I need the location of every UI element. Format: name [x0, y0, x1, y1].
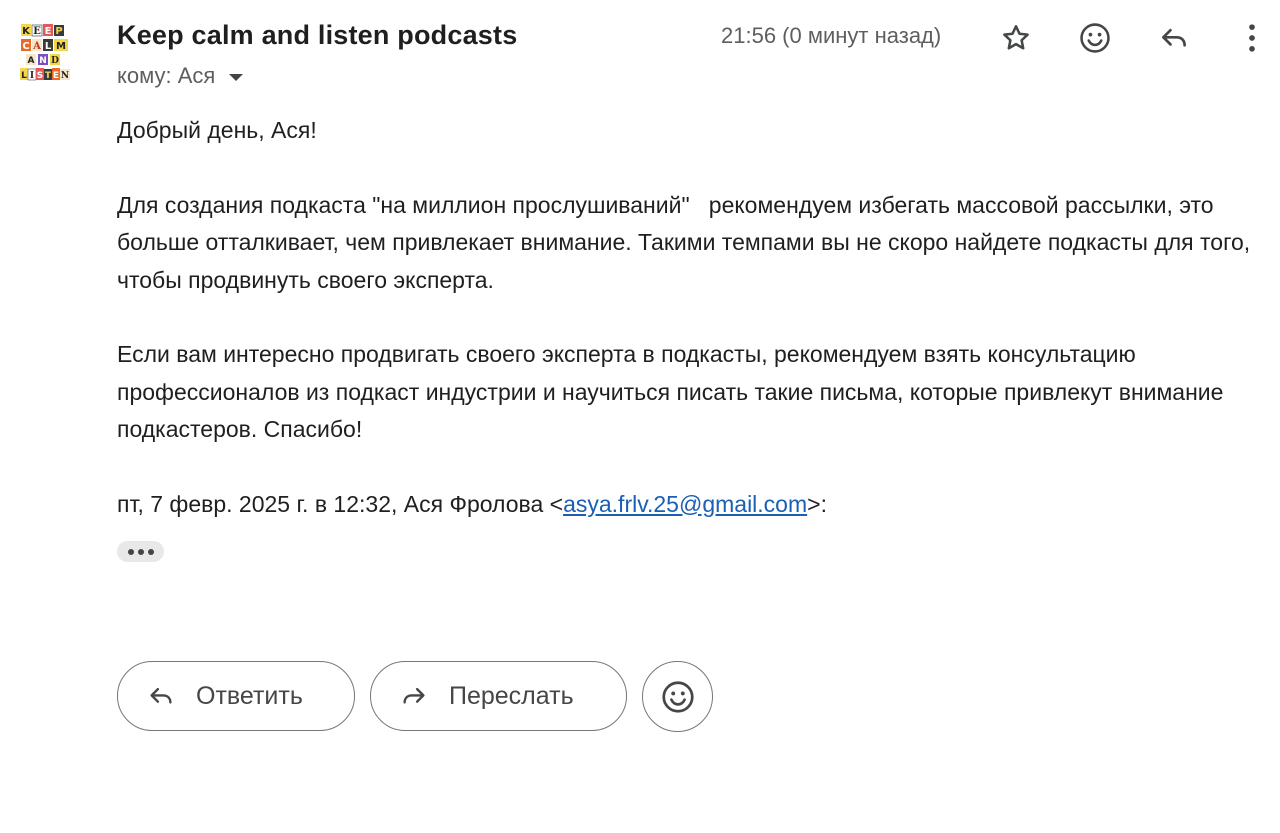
svg-text:E: E [33, 26, 41, 37]
svg-text:C: C [22, 41, 29, 52]
svg-text:S: S [37, 71, 43, 81]
svg-text:A: A [32, 41, 41, 52]
greeting: Добрый день, Ася! [117, 117, 317, 143]
forward-button-label: Переслать [449, 681, 574, 710]
keep-calm-logo-icon: K E E P C A L M A N D L I S T E N [20, 24, 70, 81]
more-options-button[interactable] [1232, 18, 1272, 58]
sender-name[interactable]: Keep calm and listen podcasts [117, 20, 517, 51]
svg-text:L: L [45, 41, 52, 52]
emoji-icon [1080, 23, 1110, 53]
recipient-label: кому: Ася [117, 63, 216, 88]
message-timestamp: 21:56 (0 минут назад) [721, 23, 942, 48]
show-trimmed-content-button[interactable] [117, 541, 164, 562]
dot-icon [147, 548, 154, 555]
star-button[interactable] [996, 18, 1036, 58]
dot-icon [127, 548, 134, 555]
react-emoji-button[interactable] [642, 661, 713, 732]
reply-button[interactable]: Ответить [117, 661, 355, 731]
svg-text:P: P [55, 26, 62, 37]
quote-prefix: пт, 7 февр. 2025 г. в 12:32, Ася Фролова… [117, 490, 564, 517]
svg-text:N: N [61, 71, 69, 81]
svg-text:E: E [45, 26, 52, 37]
add-reaction-button[interactable] [1075, 18, 1115, 58]
caret-down-icon[interactable] [229, 73, 244, 81]
more-vert-icon [1249, 24, 1255, 52]
svg-text:E: E [53, 71, 59, 81]
paragraph-1: Для создания подкаста "на миллион прослу… [117, 191, 1257, 293]
paragraph-2: Если вам интересно продвигать своего экс… [117, 341, 1224, 442]
email-view: K E E P C A L M A N D L I S T E N Keep c… [0, 0, 1280, 833]
message-body: Добрый день, Ася! Для создания подкаста … [117, 112, 1267, 562]
sender-avatar[interactable]: K E E P C A L M A N D L I S T E N [18, 22, 74, 88]
quoted-header: пт, 7 февр. 2025 г. в 12:32, Ася Фролова… [117, 486, 1267, 524]
quote-suffix: >: [807, 490, 827, 517]
svg-text:N: N [39, 56, 47, 66]
svg-text:I: I [30, 71, 34, 81]
reply-button-label: Ответить [196, 681, 303, 710]
svg-text:A: A [28, 56, 35, 66]
star-icon [1003, 25, 1029, 50]
forward-icon [399, 681, 429, 711]
emoji-icon [661, 680, 694, 713]
recipient-details-toggle[interactable]: кому: Ася [117, 63, 244, 89]
reply-icon [146, 681, 176, 711]
dot-icon [137, 548, 144, 555]
forward-button[interactable]: Переслать [370, 661, 627, 731]
svg-text:D: D [51, 56, 59, 66]
sender-email-link[interactable]: asya.frlv.25@gmail.com [563, 491, 807, 517]
reply-header-button[interactable] [1154, 18, 1194, 58]
reply-icon [1162, 28, 1186, 47]
svg-text:M: M [56, 41, 66, 52]
svg-text:K: K [22, 26, 31, 37]
svg-text:L: L [21, 71, 27, 81]
svg-text:T: T [45, 71, 52, 81]
